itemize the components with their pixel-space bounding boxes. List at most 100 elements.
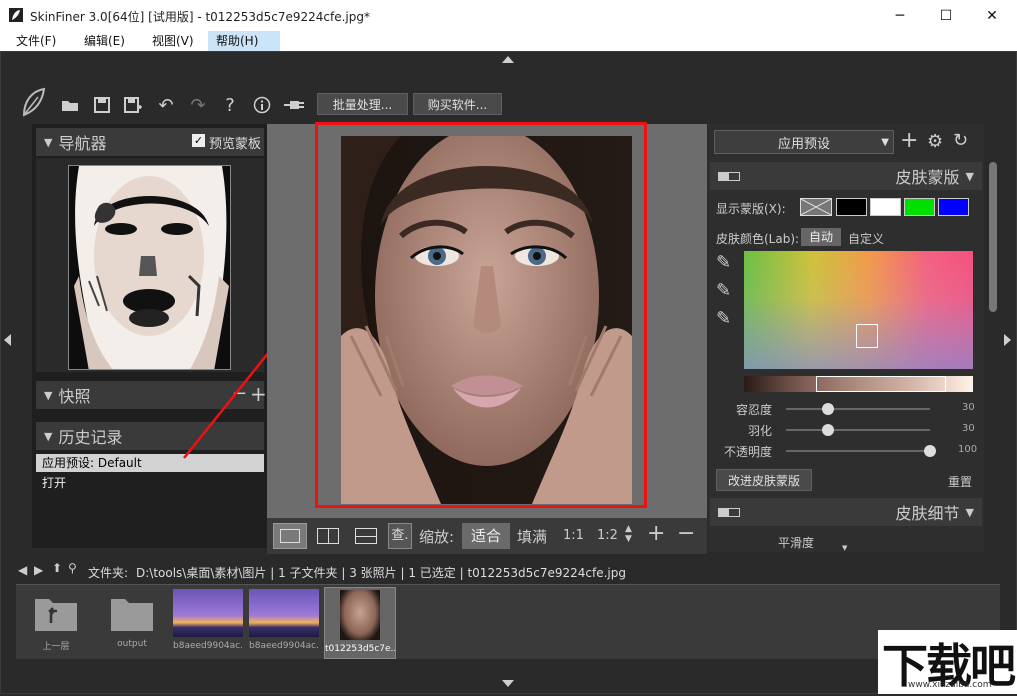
thumb-caption: b8aeed9904ac... [249,641,319,651]
skin-color-auto-button[interactable]: 自动 [801,228,841,246]
smoothness-label: 平滑度 [778,536,815,550]
menu-file[interactable]: 文件(F) [8,31,64,51]
color-picker-marker[interactable] [856,324,878,348]
folder-label: 文件夹: [88,566,129,580]
slider-value: 100 [958,444,978,455]
zoom-in-icon[interactable]: + [647,521,665,546]
mask-color-swatch[interactable] [904,198,935,216]
slider-value: 30 [962,402,975,413]
preset-settings-icon[interactable]: ⚙ [927,131,943,152]
reset-button[interactable]: 重置 [948,473,972,490]
slider-track[interactable] [786,408,930,410]
mask-color-swatch[interactable] [938,198,969,216]
thumb-output-folder[interactable]: output [96,589,168,659]
thumb-parent-folder[interactable]: 上一层 [20,589,92,659]
folder-up-icon [35,599,77,631]
collapse-left-icon[interactable] [4,334,11,346]
show-mask-label: 显示蒙版(X): [716,202,786,216]
forward-icon[interactable]: ▶ [34,563,43,577]
preset-select[interactable]: 应用预设 ▼ [714,130,894,154]
undo-icon[interactable]: ↶ [154,92,178,118]
maximize-icon: ☐ [939,7,953,24]
menu-edit[interactable]: 编辑(E) [76,31,133,51]
zoom-fit-button[interactable]: 适合 [462,523,510,549]
minimize-button[interactable]: ─ [877,0,923,31]
skin-color-custom-button[interactable]: 自定义 [848,230,884,247]
slider-label: 羽化 [747,424,772,438]
split-horizontal-button[interactable] [349,523,383,549]
slider-track[interactable] [786,429,930,431]
save-icon[interactable] [90,92,114,118]
thumb-image-2[interactable]: b8aeed9904ac... [248,589,320,659]
zoom-bar: 查. 缩放: 适合 填满 1:1 1:2 ▲ ▼ + − [267,518,707,554]
slider-knob[interactable] [822,424,834,436]
eyedropper-add-icon[interactable]: ✎ [716,280,731,301]
slider-track[interactable] [786,450,930,452]
navigator-title: 导航器 [58,134,107,153]
open-folder-icon[interactable] [58,92,82,118]
history-title: 历史记录 [58,428,123,447]
collapse-top-icon[interactable] [502,56,514,63]
watermark-logo: 下载吧 www.xiazaiba.com [878,630,1017,694]
single-view-button[interactable] [273,523,307,549]
toggle-icon[interactable] [718,172,740,181]
redo-icon[interactable]: ↷ [186,92,210,118]
right-panel: 应用预设 ▼ + ⚙ ↻ 皮肤蒙版 ▼ 显示蒙版(X): 皮肤颜色(Lab): 自动… [708,124,984,552]
zoom-spin-icon[interactable]: ▲ ▼ [625,524,632,544]
split-vertical-button[interactable] [311,523,345,549]
zoom-fill-button[interactable]: 填满 [517,526,547,547]
menu-view[interactable]: 视图(V) [144,31,202,51]
window-title: SkinFiner 3.0[64位] [试用版] - t012253d5c7e9… [30,10,370,24]
eyedropper-subtract-icon[interactable]: ✎ [716,308,731,329]
menu-help[interactable]: 帮助(H) [208,31,280,51]
skin-color-picker[interactable] [744,251,973,369]
help-icon[interactable]: ? [218,92,242,118]
close-button[interactable]: ✕ [969,0,1015,31]
thumbnail-image [249,589,319,637]
save-as-icon[interactable] [121,92,145,118]
folder-path[interactable]: D:\tools\桌面\素材\图片 | 1 子文件夹 | 3 张照片 | 1 已… [136,564,626,581]
info-icon[interactable] [250,92,274,118]
scrollbar-thumb[interactable] [989,162,997,312]
navigator-header[interactable]: ▼ 导航器 ✓ 预览蒙板 [36,128,264,156]
mask-color-swatch[interactable] [836,198,867,216]
skin-mask-header[interactable]: 皮肤蒙版 ▼ [710,162,982,190]
search-icon[interactable]: ⚲ [68,561,77,575]
compare-button[interactable]: 查. [388,523,412,549]
preset-refresh-icon[interactable]: ↻ [953,130,968,151]
thumb-image-1[interactable]: b8aeed9904ac... [172,589,244,659]
mask-none-swatch[interactable] [800,198,832,216]
skin-detail-header[interactable]: 皮肤细节 ▼ [710,498,982,526]
eyedropper-icon[interactable]: ✎ [716,252,731,273]
thumb-caption: t012253d5c7e... [325,644,395,654]
zoom-out-icon[interactable]: − [677,521,695,546]
back-icon[interactable]: ◀ [18,563,27,577]
buy-software-button[interactable]: 购买软件... [413,93,502,115]
plugin-icon[interactable] [282,92,306,118]
skin-tone-bar[interactable] [744,376,973,392]
right-panel-scrollbar[interactable] [986,124,1000,552]
preset-add-icon[interactable]: + [900,128,918,153]
scroll-more-icon[interactable]: ▼ [842,544,847,552]
history-item[interactable]: 打开 [36,473,264,493]
collapse-bottom-icon[interactable] [502,680,514,687]
collapse-right-icon[interactable] [1004,334,1011,346]
batch-process-button[interactable]: 批量处理... [317,93,408,115]
slider-knob[interactable] [822,403,834,415]
up-icon[interactable]: ⬆ [52,561,62,575]
minimize-icon: ─ [895,7,905,24]
app-logo-icon [9,8,23,22]
thumb-image-selected[interactable]: t012253d5c7e... [324,587,396,659]
zoom-1-2-button[interactable]: 1:2 [597,528,618,543]
preview-mask-checkbox[interactable]: ✓ [192,134,205,147]
dropdown-icon: ▼ [881,136,889,148]
highlight-frame [315,122,647,508]
improve-skin-mask-button[interactable]: 改进皮肤蒙版 [716,469,812,491]
slider-knob[interactable] [924,445,936,457]
toggle-icon[interactable] [718,508,740,517]
skin-mask-title: 皮肤蒙版 [895,168,960,187]
mask-color-swatch[interactable] [870,198,901,216]
watermark-url: www.xiazaiba.com [908,680,992,690]
zoom-1-1-button[interactable]: 1:1 [563,528,584,543]
maximize-button[interactable]: ☐ [923,0,969,31]
